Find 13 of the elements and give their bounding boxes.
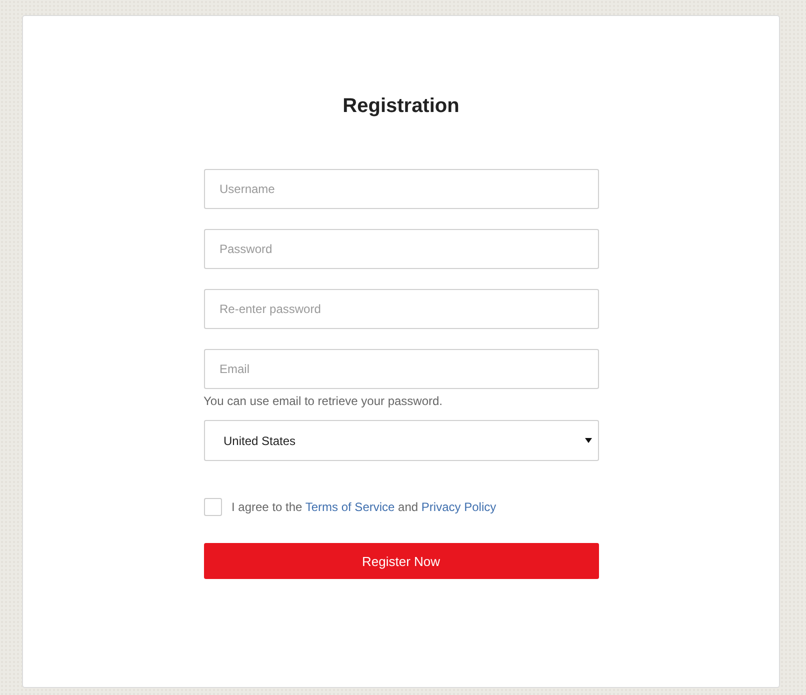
input-field[interactable]: Re-enter password — [204, 289, 598, 329]
caret-icon — [584, 438, 592, 443]
field-hint: You can use email to retrieve your password. — [204, 394, 443, 408]
input-field[interactable]: Username — [204, 169, 598, 209]
checkbox[interactable] — [204, 498, 222, 516]
terms-link[interactable]: Terms of Service — [305, 500, 395, 514]
input-field[interactable]: Email — [204, 349, 598, 389]
form-title: Registration — [342, 95, 460, 118]
terms-agreement: I agree to the Terms of Service and Privacy Policy — [232, 500, 496, 514]
input-field[interactable]: Password — [204, 229, 598, 269]
register-button[interactable]: Register Now — [204, 543, 598, 579]
country-select[interactable]: United States — [204, 420, 598, 461]
privacy-link[interactable]: Privacy Policy — [421, 500, 496, 514]
